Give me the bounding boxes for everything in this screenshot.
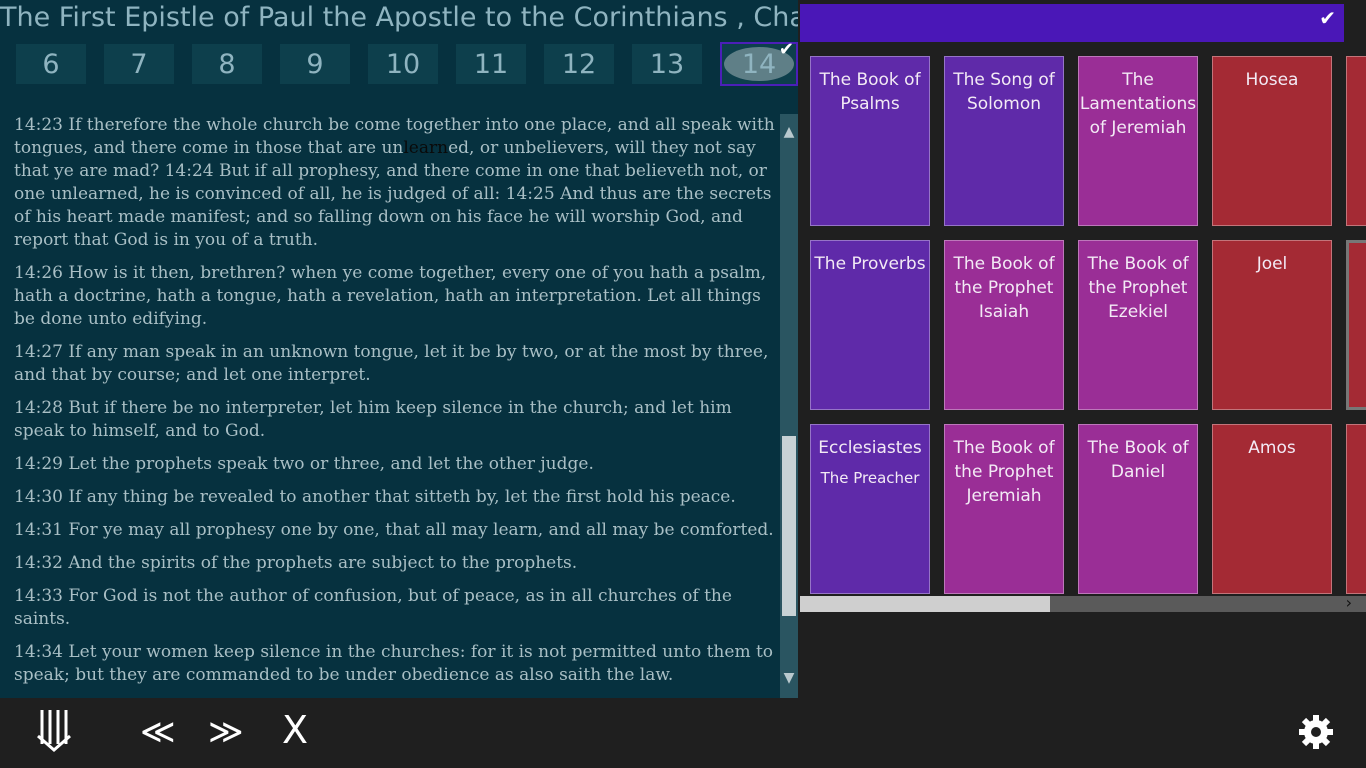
verse-text: 14:27 If any man speak in an unknown ton… <box>14 342 769 385</box>
book-title: Joel <box>1256 254 1288 274</box>
scrollbar-thumb[interactable] <box>782 436 796 616</box>
chapter-button-11[interactable]: 11 <box>456 44 526 84</box>
verse-text: 14:33 For God is not the author of confu… <box>14 586 732 629</box>
verse-paragraph: 14:31 For ye may all prophesy one by one… <box>14 519 780 542</box>
scroll-down-icon[interactable]: ▼ <box>780 670 798 686</box>
book-title: Ecclesiastes <box>818 438 922 458</box>
book-title: The Book of Daniel <box>1087 438 1189 482</box>
book-tile[interactable]: Amos <box>1212 424 1332 594</box>
chapter-button-13[interactable]: 13 <box>632 44 702 84</box>
verse-paragraph: 14:30 If any thing be revealed to anothe… <box>14 486 780 509</box>
book-tile[interactable]: Joel <box>1212 240 1332 410</box>
scrollbar-thumb[interactable] <box>800 596 1050 612</box>
book-subtitle: The Preacher <box>820 469 920 487</box>
book-tile[interactable]: The Book of Psalms <box>810 56 930 226</box>
chapter-number: 9 <box>306 49 324 80</box>
book-chapter-title: The First Epistle of Paul the Apostle to… <box>0 2 798 33</box>
scroll-right-icon[interactable]: › <box>1346 593 1352 612</box>
chapter-number: 12 <box>561 49 597 80</box>
book-title: The Lamentations of Jeremiah <box>1079 70 1197 138</box>
checkmark-icon[interactable]: ✔ <box>1319 6 1336 30</box>
verse-text: 14:28 But if there be no interpreter, le… <box>14 398 732 441</box>
checkmark-icon: ✔ <box>778 39 794 60</box>
verse-paragraph: 14:23 If therefore the whole church be c… <box>14 114 780 252</box>
vertical-scrollbar[interactable]: ▲ ▼ <box>780 114 798 698</box>
book-tile[interactable]: The Song of Solomon <box>944 56 1064 226</box>
chapter-number: 10 <box>385 49 421 80</box>
book-title: Amos <box>1248 438 1296 458</box>
close-button[interactable]: X <box>282 708 308 752</box>
books-menu-icon[interactable] <box>36 710 76 756</box>
chapter-selector: 6 7 8 9 10 11 12 13 ✔ 14 <box>16 39 798 88</box>
chapter-number: 13 <box>649 49 685 80</box>
book-tile[interactable]: The Book of the Prophet Ezekiel <box>1078 240 1198 410</box>
book-tile-partial[interactable] <box>1346 424 1366 594</box>
verse-text: 14:32 And the spirits of the prophets ar… <box>14 553 578 573</box>
verse-text: 14:34 Let your women keep silence in the… <box>14 642 774 685</box>
verse-text: 14:30 If any thing be revealed to anothe… <box>14 487 736 507</box>
highlighted-word: learn <box>403 138 449 158</box>
chapter-number: 6 <box>42 49 60 80</box>
chapter-number: 8 <box>218 49 236 80</box>
book-title: The Song of Solomon <box>953 70 1055 114</box>
chapter-button-12[interactable]: 12 <box>544 44 614 84</box>
horizontal-scrollbar[interactable]: › <box>800 593 1366 612</box>
next-chapter-button[interactable]: ≫ <box>208 712 244 752</box>
reading-pane: The First Epistle of Paul the Apostle to… <box>0 0 798 698</box>
book-title: The Proverbs <box>814 254 926 274</box>
chapter-button-10[interactable]: 10 <box>368 44 438 84</box>
book-title: The Book of the Prophet Isaiah <box>953 254 1055 322</box>
book-tile-grid: The Book of Psalms The Song of Solomon The… <box>810 56 1366 596</box>
chapter-number: 14 <box>741 49 777 80</box>
chapter-button-7[interactable]: 7 <box>104 44 174 84</box>
verse-text: 14:31 For ye may all prophesy one by one… <box>14 520 774 540</box>
book-tile[interactable]: The Book of the Prophet Isaiah <box>944 240 1064 410</box>
book-title: The Book of Psalms <box>819 70 921 114</box>
chapter-button-8[interactable]: 8 <box>192 44 262 84</box>
book-tile-partial[interactable] <box>1346 56 1366 226</box>
verse-text: 14:26 How is it then, brethren? when ye … <box>14 263 767 329</box>
chapter-button-6[interactable]: 6 <box>16 44 86 84</box>
book-title: The Book of the Prophet Jeremiah <box>953 438 1055 506</box>
scroll-up-icon[interactable]: ▲ <box>780 124 798 140</box>
chapter-button-9[interactable]: 9 <box>280 44 350 84</box>
chapter-button-14[interactable]: ✔ 14 <box>720 39 798 86</box>
book-tile[interactable]: The Lamentations of Jeremiah <box>1078 56 1198 226</box>
verse-paragraph: 14:28 But if there be no interpreter, le… <box>14 397 780 443</box>
verse-paragraph: 14:26 How is it then, brethren? when ye … <box>14 262 780 331</box>
book-title: Hosea <box>1245 70 1299 90</box>
verse-text: 14:29 Let the prophets speak two or thre… <box>14 454 594 474</box>
book-tile[interactable]: Hosea <box>1212 56 1332 226</box>
book-tile[interactable]: The Book of the Prophet Jeremiah <box>944 424 1064 594</box>
verse-paragraph: 14:34 Let your women keep silence in the… <box>14 641 780 687</box>
bottom-app-bar: ≪ ≫ X <box>0 698 1366 768</box>
gear-icon[interactable] <box>1298 714 1334 754</box>
verse-paragraph: 14:33 For God is not the author of confu… <box>14 585 780 631</box>
chapter-number: 7 <box>130 49 148 80</box>
book-tile[interactable]: Ecclesiastes The Preacher <box>810 424 930 594</box>
verse-paragraph: 14:27 If any man speak in an unknown ton… <box>14 341 780 387</box>
verse-paragraph: 14:29 Let the prophets speak two or thre… <box>14 453 780 476</box>
book-panel-header[interactable]: ✔ <box>800 4 1344 42</box>
book-tile-partial[interactable] <box>1346 240 1366 410</box>
scripture-text: 14:23 If therefore the whole church be c… <box>14 114 780 698</box>
book-tile[interactable]: The Book of Daniel <box>1078 424 1198 594</box>
book-title: The Book of the Prophet Ezekiel <box>1087 254 1189 322</box>
verse-paragraph: 14:32 And the spirits of the prophets ar… <box>14 552 780 575</box>
chapter-number: 11 <box>473 49 509 80</box>
book-tile[interactable]: The Proverbs <box>810 240 930 410</box>
previous-chapter-button[interactable]: ≪ <box>140 712 176 752</box>
